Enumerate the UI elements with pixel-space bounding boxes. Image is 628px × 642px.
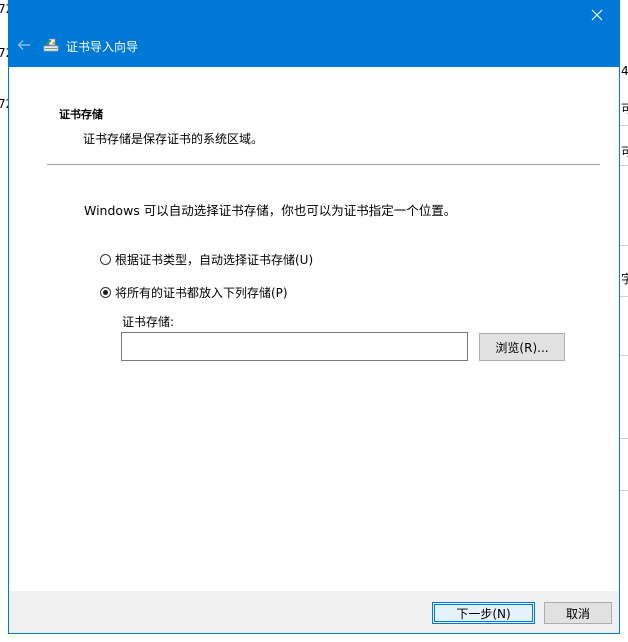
back-arrow-icon [17, 40, 30, 50]
background-window-right: 4 可 可 字 [620, 0, 628, 642]
radio-auto-select-store[interactable]: 根据证书类型，自动选择证书存储(U) [100, 251, 313, 268]
certificate-store-input[interactable] [121, 332, 468, 361]
background-text: 字 [621, 272, 628, 286]
dialog-titlebar: 证书导入向导 [9, 0, 619, 67]
background-window-bottom [0, 634, 628, 642]
background-divider [620, 355, 628, 356]
background-divider [620, 245, 628, 246]
certificate-store-label: 证书存储: [122, 315, 175, 329]
background-text: 可 [621, 102, 628, 116]
background-divider [620, 438, 628, 439]
dialog-footer: 下一步(N) 取消 [9, 591, 619, 633]
background-divider [620, 125, 628, 126]
wizard-title: 证书导入向导 [66, 40, 139, 54]
certificate-import-wizard-dialog: 证书导入向导 证书存储 证书存储是保存证书的系统区域。 Windows 可以自动… [8, 0, 620, 634]
header-separator [47, 164, 600, 165]
browse-button[interactable]: 浏览(R)... [479, 333, 565, 361]
radio-manual-label: 将所有的证书都放入下列存储(P) [115, 286, 288, 300]
radio-auto-label: 根据证书类型，自动选择证书存储(U) [115, 253, 314, 267]
back-button[interactable] [15, 36, 33, 54]
close-button[interactable] [575, 0, 619, 30]
intro-text: Windows 可以自动选择证书存储，你也可以为证书指定一个位置。 [84, 203, 457, 218]
radio-button-unchecked[interactable] [100, 254, 111, 265]
radio-button-checked[interactable] [100, 287, 111, 298]
background-divider [620, 165, 628, 166]
close-icon [591, 9, 603, 21]
section-title: 证书存储 [59, 108, 103, 121]
background-text: 4 [621, 64, 628, 78]
background-window-left: 72 72 72 [0, 0, 13, 642]
background-text: 可 [621, 145, 628, 159]
background-divider [620, 296, 628, 297]
radio-place-in-store[interactable]: 将所有的证书都放入下列存储(P) [100, 284, 288, 301]
next-button[interactable]: 下一步(N) [432, 602, 535, 624]
section-description: 证书存储是保存证书的系统区域。 [83, 132, 264, 146]
background-divider [620, 490, 628, 491]
certificate-wizard-icon [43, 38, 59, 52]
screen: 72 72 72 4 可 可 字 [0, 0, 628, 642]
cancel-button[interactable]: 取消 [544, 602, 612, 624]
